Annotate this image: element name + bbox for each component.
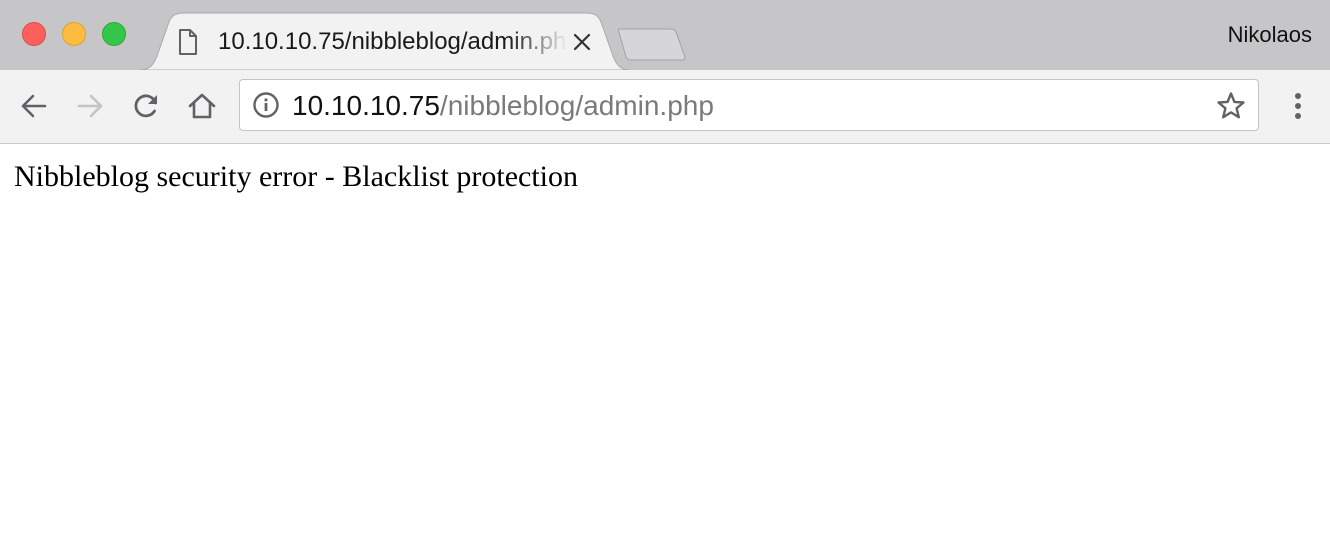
window-close-button[interactable] (22, 22, 46, 46)
active-tab[interactable]: 10.10.10.75/nibbleblog/admin.php (170, 14, 610, 70)
info-icon[interactable] (252, 91, 280, 119)
browser-toolbar: 10.10.10.75/nibbleblog/admin.php (0, 70, 1330, 144)
window-minimize-button[interactable] (62, 22, 86, 46)
window-maximize-button[interactable] (102, 22, 126, 46)
profile-name[interactable]: Nikolaos (1228, 22, 1312, 48)
address-bar[interactable]: 10.10.10.75/nibbleblog/admin.php (239, 79, 1259, 131)
close-icon[interactable] (573, 33, 591, 51)
reload-icon[interactable] (130, 90, 162, 122)
forward-arrow-icon[interactable] (74, 90, 106, 122)
error-message: Nibbleblog security error - Blacklist pr… (14, 160, 579, 193)
menu-icon[interactable] (1284, 90, 1312, 122)
url-path: /nibbleblog/admin.php (439, 90, 714, 121)
tab-title: 10.10.10.75/nibbleblog/admin.php (218, 28, 568, 55)
url-text[interactable]: 10.10.10.75/nibbleblog/admin.php (292, 90, 714, 122)
new-tab-button[interactable] (618, 27, 688, 61)
home-icon[interactable] (186, 90, 218, 122)
window-titlebar: 10.10.10.75/nibbleblog/admin.php Nikolao… (0, 0, 1330, 70)
url-host: 10.10.10.75 (292, 90, 440, 121)
back-arrow-icon[interactable] (18, 90, 50, 122)
page-icon (179, 29, 197, 55)
star-icon[interactable] (1216, 91, 1246, 121)
page-content: Nibbleblog security error - Blacklist pr… (0, 144, 1330, 536)
